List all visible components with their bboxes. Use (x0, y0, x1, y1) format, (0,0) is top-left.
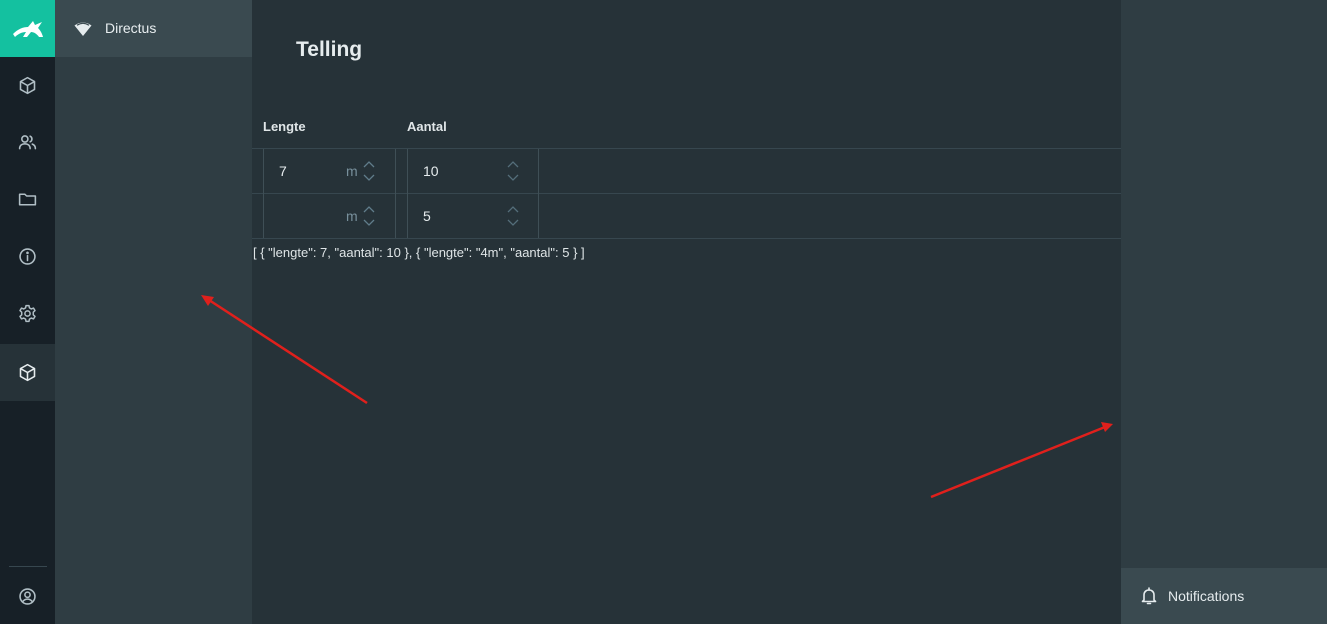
notifications-button[interactable]: Notifications (1121, 568, 1327, 624)
aantal-input[interactable]: 5 (423, 208, 431, 224)
app-window: Directus Telling Lengte Aantal 7 m 10 m … (0, 0, 1327, 624)
column-header-aantal: Aantal (407, 119, 447, 134)
chevron-down-icon[interactable] (363, 219, 375, 226)
gear-icon (19, 304, 36, 323)
box-icon (19, 76, 36, 95)
navigation-pane: Directus (55, 0, 252, 624)
chevron-down-icon[interactable] (507, 174, 519, 181)
chevron-up-icon[interactable] (507, 161, 519, 168)
custom-module-button[interactable] (0, 344, 55, 401)
chevron-up-icon[interactable] (363, 161, 375, 168)
info-module-button[interactable] (0, 228, 55, 285)
bell-icon (1141, 587, 1157, 605)
aantal-stepper[interactable] (507, 203, 519, 229)
cell-border (263, 149, 264, 238)
column-header-lengte: Lengte (263, 119, 306, 134)
row-divider (252, 238, 1121, 239)
unit-suffix: m (346, 163, 358, 179)
files-module-button[interactable] (0, 171, 55, 228)
lengte-stepper[interactable] (363, 158, 375, 184)
right-sidebar: Notifications (1121, 0, 1327, 624)
notifications-label: Notifications (1168, 588, 1245, 604)
wifi-icon (74, 22, 92, 36)
json-output: [ { "lengte": 7, "aantal": 10 }, { "leng… (253, 245, 585, 260)
unit-suffix: m (346, 208, 358, 224)
main-content: Telling Lengte Aantal 7 m 10 m 5 [{"le… (252, 0, 1121, 624)
chevron-up-icon[interactable] (507, 206, 519, 213)
box-icon (19, 363, 36, 382)
content-module-button[interactable] (0, 57, 55, 114)
users-icon (18, 135, 37, 150)
aantal-input[interactable]: 10 (423, 163, 439, 179)
user-profile-button[interactable] (0, 568, 55, 624)
info-icon (19, 248, 36, 265)
lengte-stepper[interactable] (363, 203, 375, 229)
folder-icon (18, 193, 37, 206)
row-divider (252, 193, 1121, 194)
cell-border (407, 149, 408, 238)
lengte-input[interactable]: 7 (279, 163, 287, 179)
users-module-button[interactable] (0, 114, 55, 171)
page-title: Telling (296, 38, 363, 61)
module-bar (0, 0, 55, 624)
cell-border (395, 149, 396, 238)
aantal-stepper[interactable] (507, 158, 519, 184)
logo[interactable] (0, 0, 55, 57)
cell-border (538, 149, 539, 238)
rabbit-logo-icon (12, 20, 43, 37)
project-name: Directus (105, 20, 157, 36)
chevron-down-icon[interactable] (363, 174, 375, 181)
row-divider (252, 148, 1121, 149)
account-circle-icon (19, 588, 36, 605)
project-switcher[interactable]: Directus (55, 0, 252, 57)
settings-module-button[interactable] (0, 285, 55, 342)
module-divider (9, 566, 47, 567)
chevron-down-icon[interactable] (507, 219, 519, 226)
chevron-up-icon[interactable] (363, 206, 375, 213)
